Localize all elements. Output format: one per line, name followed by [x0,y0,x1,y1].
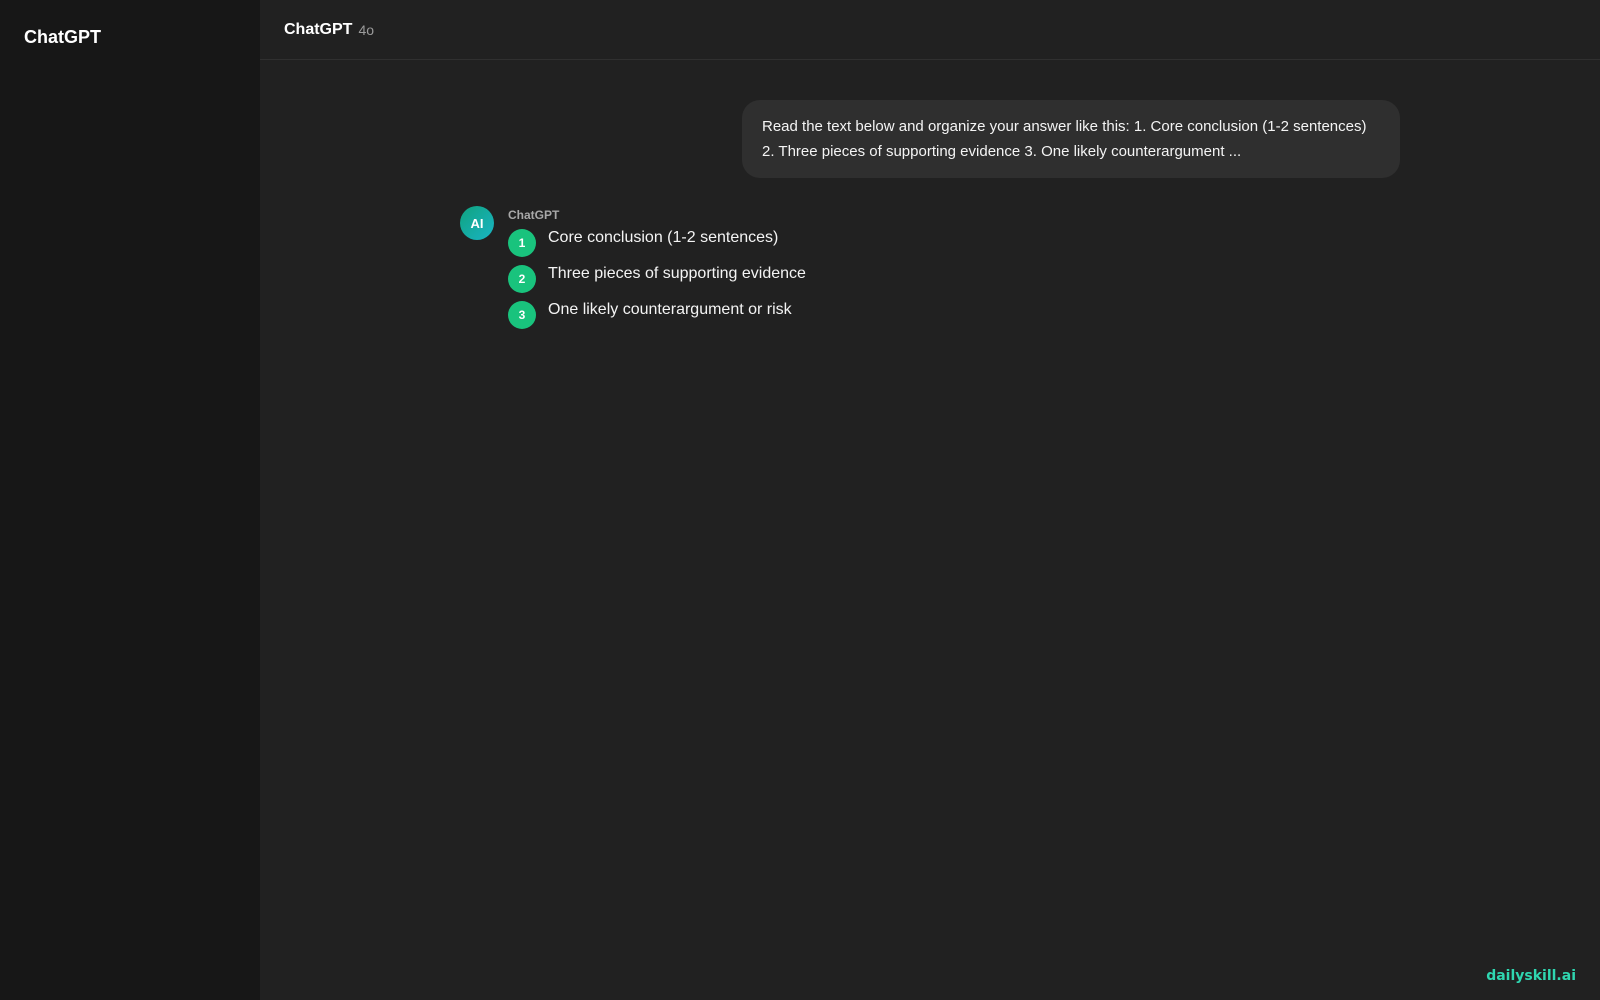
step-number-badge: 3 [508,301,536,329]
chat-main: ChatGPT 4o Read the text below and organ… [260,0,1600,1000]
model-selector-title[interactable]: ChatGPT [284,21,352,39]
step-text: Three pieces of supporting evidence [548,265,806,282]
step-text: One likely counterargument or risk [548,301,792,318]
list-item: 1 Core conclusion (1-2 sentences) [508,227,806,263]
assistant-name: ChatGPT [508,208,560,222]
chat-header: ChatGPT 4o [260,0,1600,60]
watermark: dailyskill.ai [1486,968,1576,984]
sidebar: ChatGPT [0,0,260,1000]
step-number-badge: 1 [508,229,536,257]
model-version-label[interactable]: 4o [358,22,374,38]
step-text: Core conclusion (1-2 sentences) [548,229,779,246]
assistant-message-body: ChatGPT 1 Core conclusion (1-2 sentences… [508,206,806,335]
list-item: 2 Three pieces of supporting evidence [508,263,806,299]
sidebar-title[interactable]: ChatGPT [24,27,101,48]
app-window: ChatGPT ChatGPT 4o Read the text below a… [0,0,1600,1000]
step-number-badge: 2 [508,265,536,293]
assistant-steps-list: 1 Core conclusion (1-2 sentences) 2 Thre… [508,227,806,335]
user-message-bubble: Read the text below and organize your an… [742,100,1400,178]
assistant-message: AI ChatGPT 1 Core conclusion (1-2 senten… [460,206,806,335]
assistant-avatar: AI [460,206,494,240]
list-item: 3 One likely counterargument or risk [508,299,806,335]
